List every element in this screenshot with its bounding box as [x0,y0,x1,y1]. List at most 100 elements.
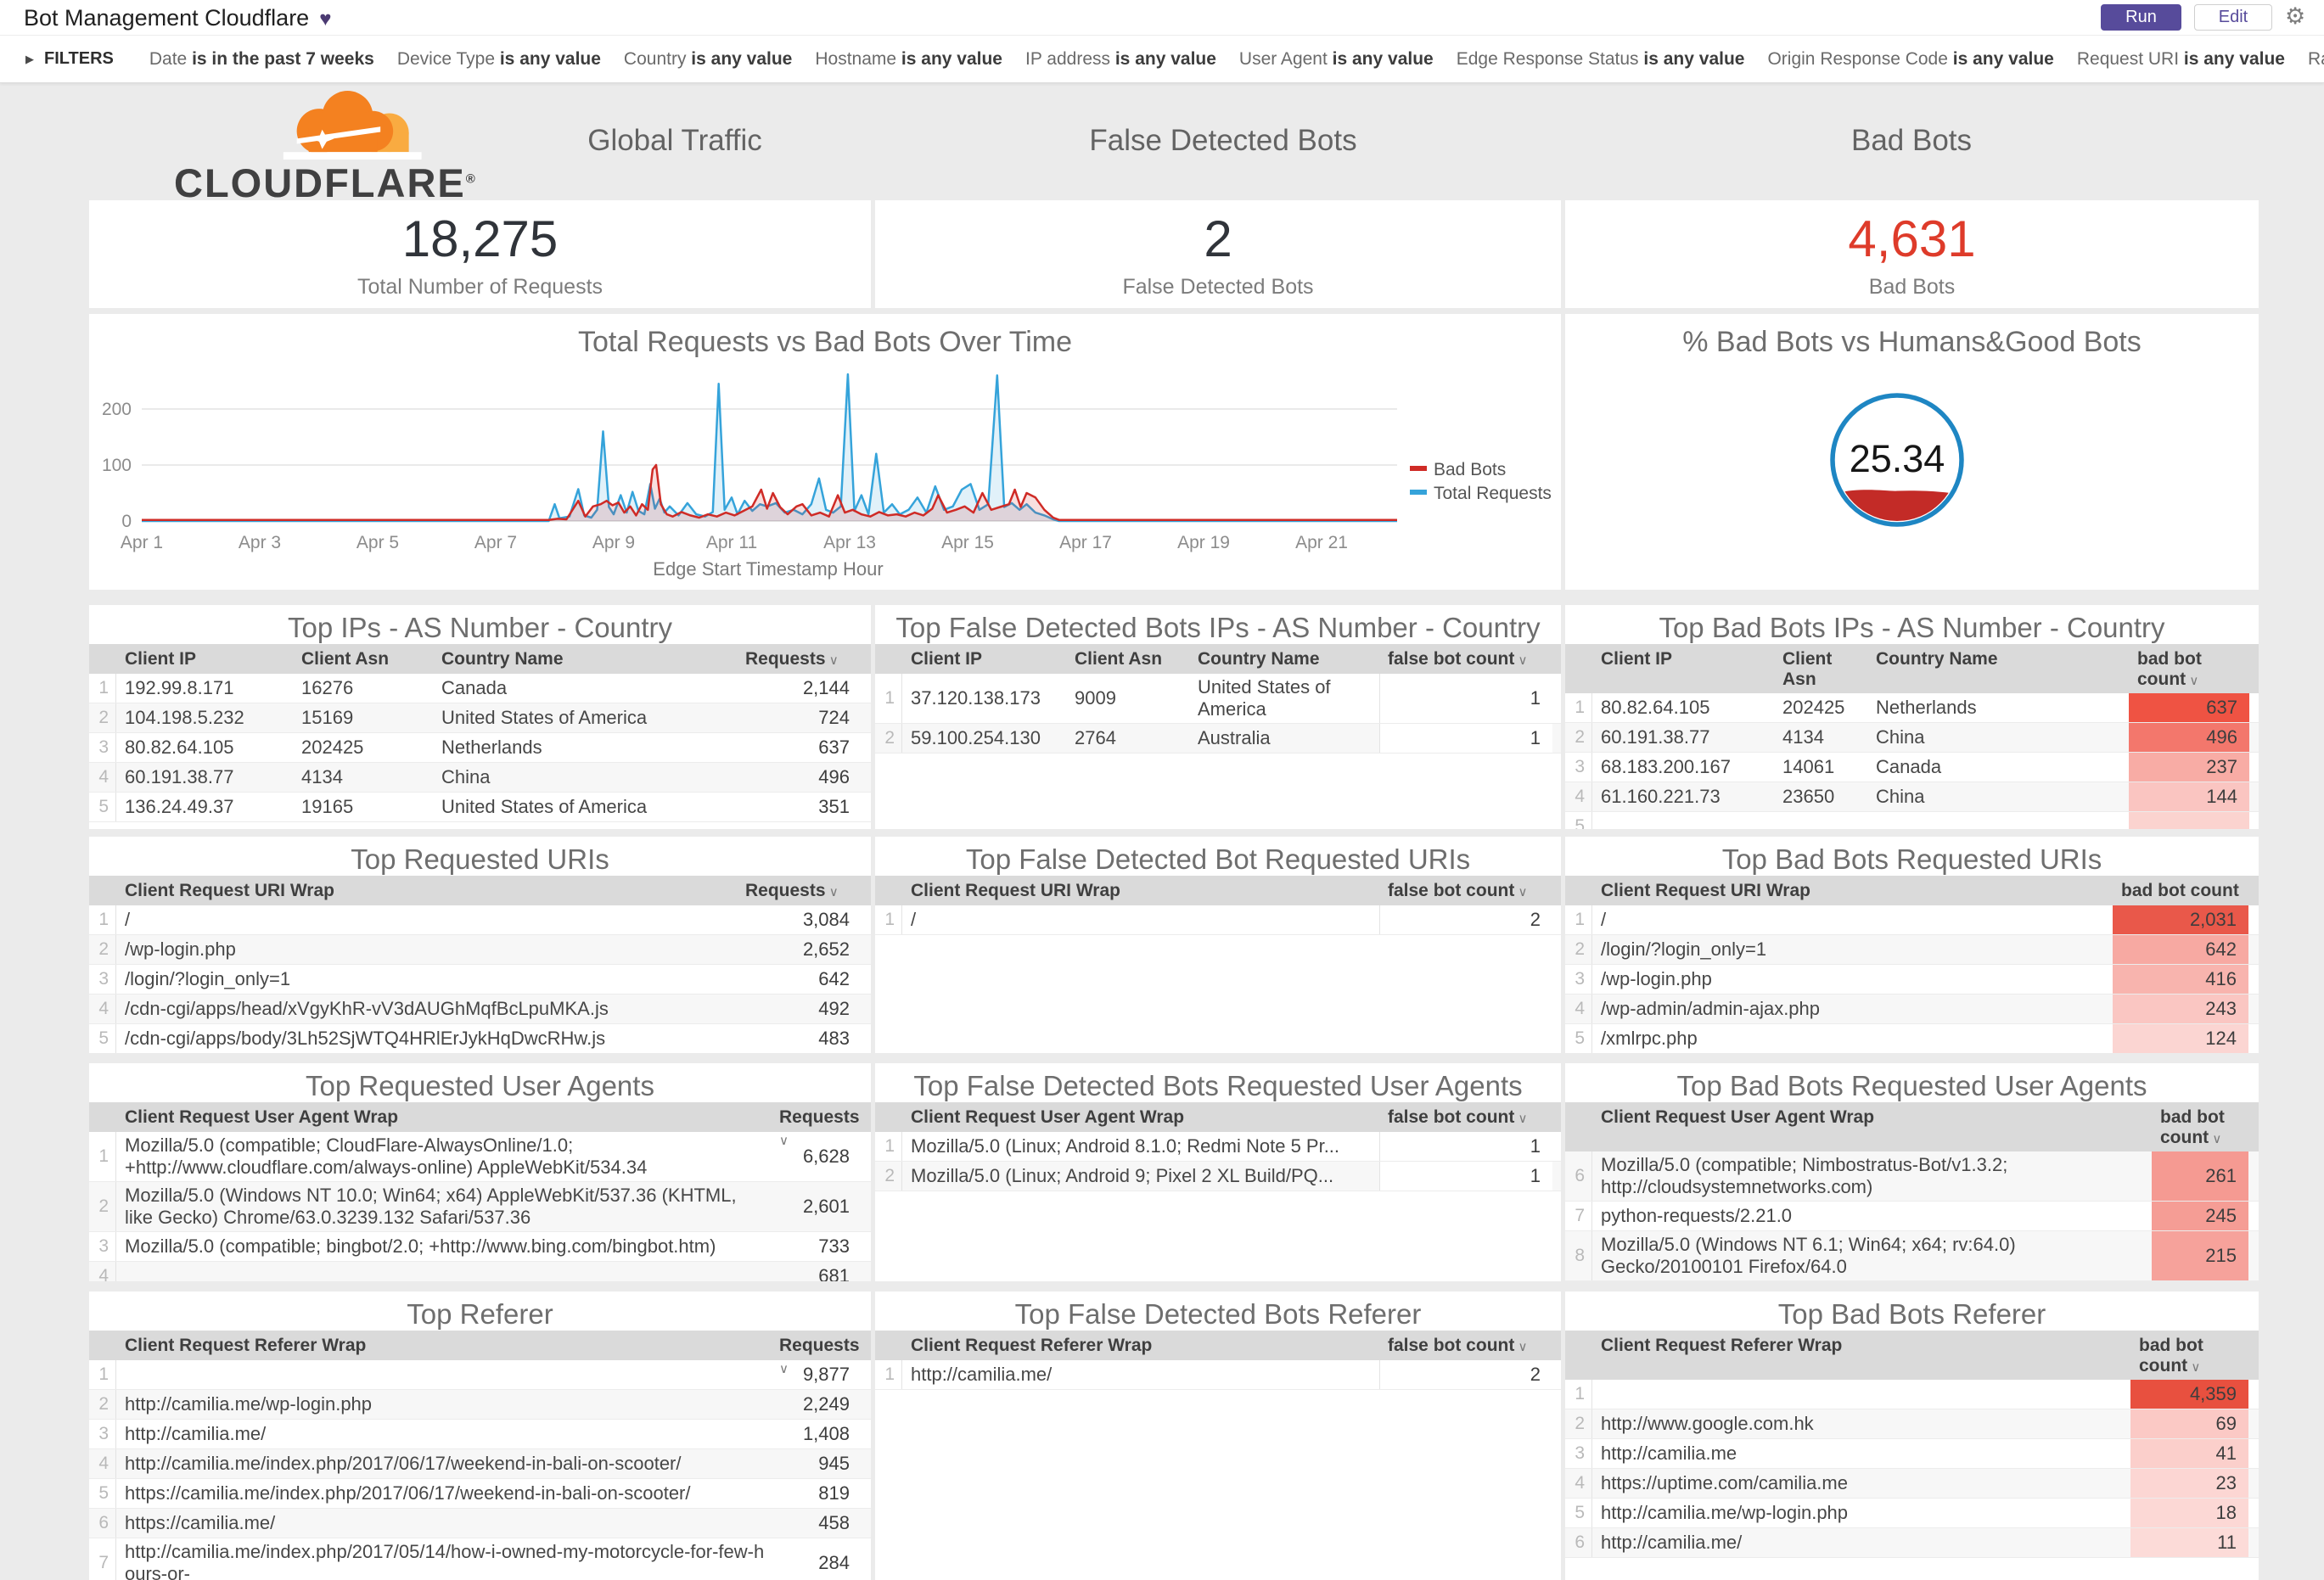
column-header[interactable]: Client Request Referer Wrap [902,1331,1379,1360]
gear-icon[interactable]: ⚙ [2285,3,2305,30]
table-row[interactable]: 3 http://camilia.me 41 [1565,1439,2259,1469]
column-header[interactable]: Client IP [902,644,1066,674]
table-row[interactable]: 3/wp-login.php 416 [1565,965,2259,995]
table-row[interactable]: 4 61.160.221.73 23650 China 144 [1565,782,2259,812]
x-tick-label: Apr 13 [823,533,876,552]
table-row[interactable]: 4 60.191.38.77 4134 China 496 [89,763,871,793]
table-row[interactable]: 7 http://camilia.me/index.php/2017/05/14/… [89,1538,871,1580]
column-header[interactable]: bad bot count ∨ [2129,644,2249,693]
table-row[interactable]: 4 http://camilia.me/index.php/2017/06/17/… [89,1449,871,1479]
table-row[interactable]: 4/cdn-cgi/apps/head/xVgyKhR-vV3dAUGhMqfB… [89,995,871,1024]
table-row[interactable]: 5/cdn-cgi/apps/body/3Lh52SjWTQ4HRlErJykH… [89,1024,871,1053]
table-row[interactable]: 2 http://www.google.com.hk 69 [1565,1409,2259,1439]
column-header[interactable]: Client Asn [1066,644,1189,674]
column-header[interactable]: Client Request Referer Wrap [116,1331,771,1360]
table-row[interactable]: 1 4,359 [1565,1380,2259,1409]
table-row[interactable]: 1 http://camilia.me/2 [875,1360,1561,1390]
table-row[interactable]: 3 http://camilia.me/1,408 [89,1420,871,1449]
column-header[interactable]: Client Request Referer Wrap [1592,1331,2130,1380]
filter-item[interactable]: Edge Response Status is any value [1457,49,1745,70]
table-row[interactable]: 2/wp-login.php 2,652 [89,935,871,965]
column-header[interactable]: Client Asn [1774,644,1867,693]
table-row[interactable]: 2 Mozilla/5.0 (Windows NT 10.0; Win64; x6… [89,1182,871,1232]
table-row[interactable]: 3 Mozilla/5.0 (compatible; bingbot/2.0; +… [89,1232,871,1262]
table-row[interactable]: 2 Mozilla/5.0 (Linux; Android 9; Pixel 2 … [875,1162,1561,1191]
table-row[interactable]: 6 Mozilla/5.0 (compatible; Nimbostratus-B… [1565,1151,2259,1202]
legend-label[interactable]: Total Requests [1434,484,1552,503]
column-header[interactable]: Requests ∨ [737,644,862,674]
filters-expand-icon[interactable]: ▶ [25,53,34,66]
table-row[interactable]: 1 Mozilla/5.0 (compatible; CloudFlare-Alw… [89,1132,871,1182]
column-header[interactable]: Requests ∨ [771,1102,862,1148]
column-header[interactable]: Client Request User Agent Wrap [902,1102,1379,1132]
filter-item[interactable]: RayID is any value [2308,49,2324,70]
row-number: 1 [89,1360,116,1389]
table-row[interactable]: 1 9,877 [89,1360,871,1390]
table-row[interactable]: 5 https://camilia.me/index.php/2017/06/17… [89,1479,871,1509]
column-header[interactable]: false bot count ∨ [1379,876,1552,905]
table-row[interactable]: 2 http://camilia.me/wp-login.php 2,249 [89,1390,871,1420]
table-row[interactable]: 2 59.100.254.130 2764 Australia 1 [875,724,1561,754]
column-header[interactable]: Client Request URI Wrap [1592,876,2113,905]
column-header[interactable]: false bot count ∨ [1379,1102,1552,1132]
table-row[interactable]: 1 Mozilla/5.0 (Linux; Android 8.1.0; Redm… [875,1132,1561,1162]
table-row[interactable]: 1 / 2,031 [1565,905,2259,935]
filter-item[interactable]: Hostname is any value [815,49,1002,70]
row-number: 3 [1565,753,1592,782]
table-row[interactable]: 1 80.82.64.105 202425 Netherlands 637 [1565,693,2259,723]
legend-label[interactable]: Bad Bots [1434,460,1506,479]
table-row[interactable]: 6 http://camilia.me/11 [1565,1528,2259,1558]
table-row[interactable]: 1 / 3,084 [89,905,871,935]
table-row[interactable]: 3/login/?login_only=1 642 [89,965,871,995]
column-header[interactable]: bad bot count ∨ [2130,1331,2248,1380]
column-header[interactable]: bad bot count ∨ [2152,1102,2248,1151]
row-number: 7 [1565,1202,1592,1230]
table-row[interactable]: 2/login/?login_only=1 642 [1565,935,2259,965]
filters-label[interactable]: FILTERS [44,49,114,69]
table-row[interactable]: 3 80.82.64.105 202425 Netherlands 637 [89,733,871,763]
column-header[interactable]: Client Request URI Wrap [116,876,737,905]
column-header[interactable]: Country Name [1189,644,1379,674]
series-line-total-requests[interactable] [142,373,1397,523]
column-header[interactable]: Client Request User Agent Wrap [1592,1102,2152,1151]
filter-item[interactable]: User Agent is any value [1239,49,1434,70]
table-row[interactable]: 5 http://camilia.me/wp-login.php 18 [1565,1499,2259,1528]
table-row[interactable]: 4/wp-admin/admin-ajax.php 243 [1565,995,2259,1024]
run-button[interactable]: Run [2101,4,2181,31]
table-row[interactable]: 1 192.99.8.171 16276 Canada 2,144 [89,674,871,703]
column-header[interactable]: false bot count ∨ [1379,1331,1552,1360]
count-cell: 18 [2130,1499,2248,1527]
table-row[interactable]: 8 Mozilla/5.0 (Windows NT 6.1; Win64; x64… [1565,1231,2259,1281]
table-row[interactable]: 5/xmlrpc.php 124 [1565,1024,2259,1053]
column-header[interactable]: Requests ∨ [737,876,862,905]
table-row[interactable]: 2 104.198.5.232 15169 United States of Amer… [89,703,871,733]
table-row[interactable]: 2 60.191.38.77 4134 China 496 [1565,723,2259,753]
table-row[interactable]: 5 [1565,812,2259,829]
table-row[interactable]: 7 python-requests/2.21.0 245 [1565,1202,2259,1231]
column-header[interactable]: Client IP [116,644,293,674]
column-header[interactable]: Country Name [433,644,737,674]
filter-item[interactable]: Country is any value [624,49,792,70]
filter-item[interactable]: Request URI is any value [2077,49,2285,70]
column-header[interactable]: bad bot count ∨ [2113,876,2248,922]
filter-item[interactable]: Origin Response Code is any value [1767,49,2053,70]
filter-item[interactable]: IP address is any value [1025,49,1216,70]
table-row[interactable]: 5 136.24.49.37 19165 United States of Ameri… [89,793,871,822]
filter-item[interactable]: Device Type is any value [397,49,601,70]
table-header-row: Client Request User Agent Wrap Requests ∨ [89,1102,871,1148]
edit-button[interactable]: Edit [2194,4,2272,31]
table-row[interactable]: 6 https://camilia.me/458 [89,1509,871,1538]
column-header[interactable]: Client Request URI Wrap [902,876,1379,905]
table-row[interactable]: 4 https://uptime.com/camilia.me 23 [1565,1469,2259,1499]
column-header[interactable]: Client IP [1592,644,1774,693]
column-header[interactable]: Client Asn [293,644,433,674]
table-row[interactable]: 1 37.120.138.173 9009 United States of Amer… [875,674,1561,724]
table-row[interactable]: 4 681 [89,1262,871,1281]
column-header[interactable]: Country Name [1867,644,2129,693]
table-row[interactable]: 1 / 2 [875,905,1561,935]
column-header[interactable]: Requests ∨ [771,1331,862,1376]
filter-item[interactable]: Date is in the past 7 weeks [149,49,374,70]
table-row[interactable]: 3 68.183.200.167 14061 Canada 237 [1565,753,2259,782]
column-header[interactable]: Client Request User Agent Wrap [116,1102,771,1132]
column-header[interactable]: false bot count ∨ [1379,644,1552,674]
